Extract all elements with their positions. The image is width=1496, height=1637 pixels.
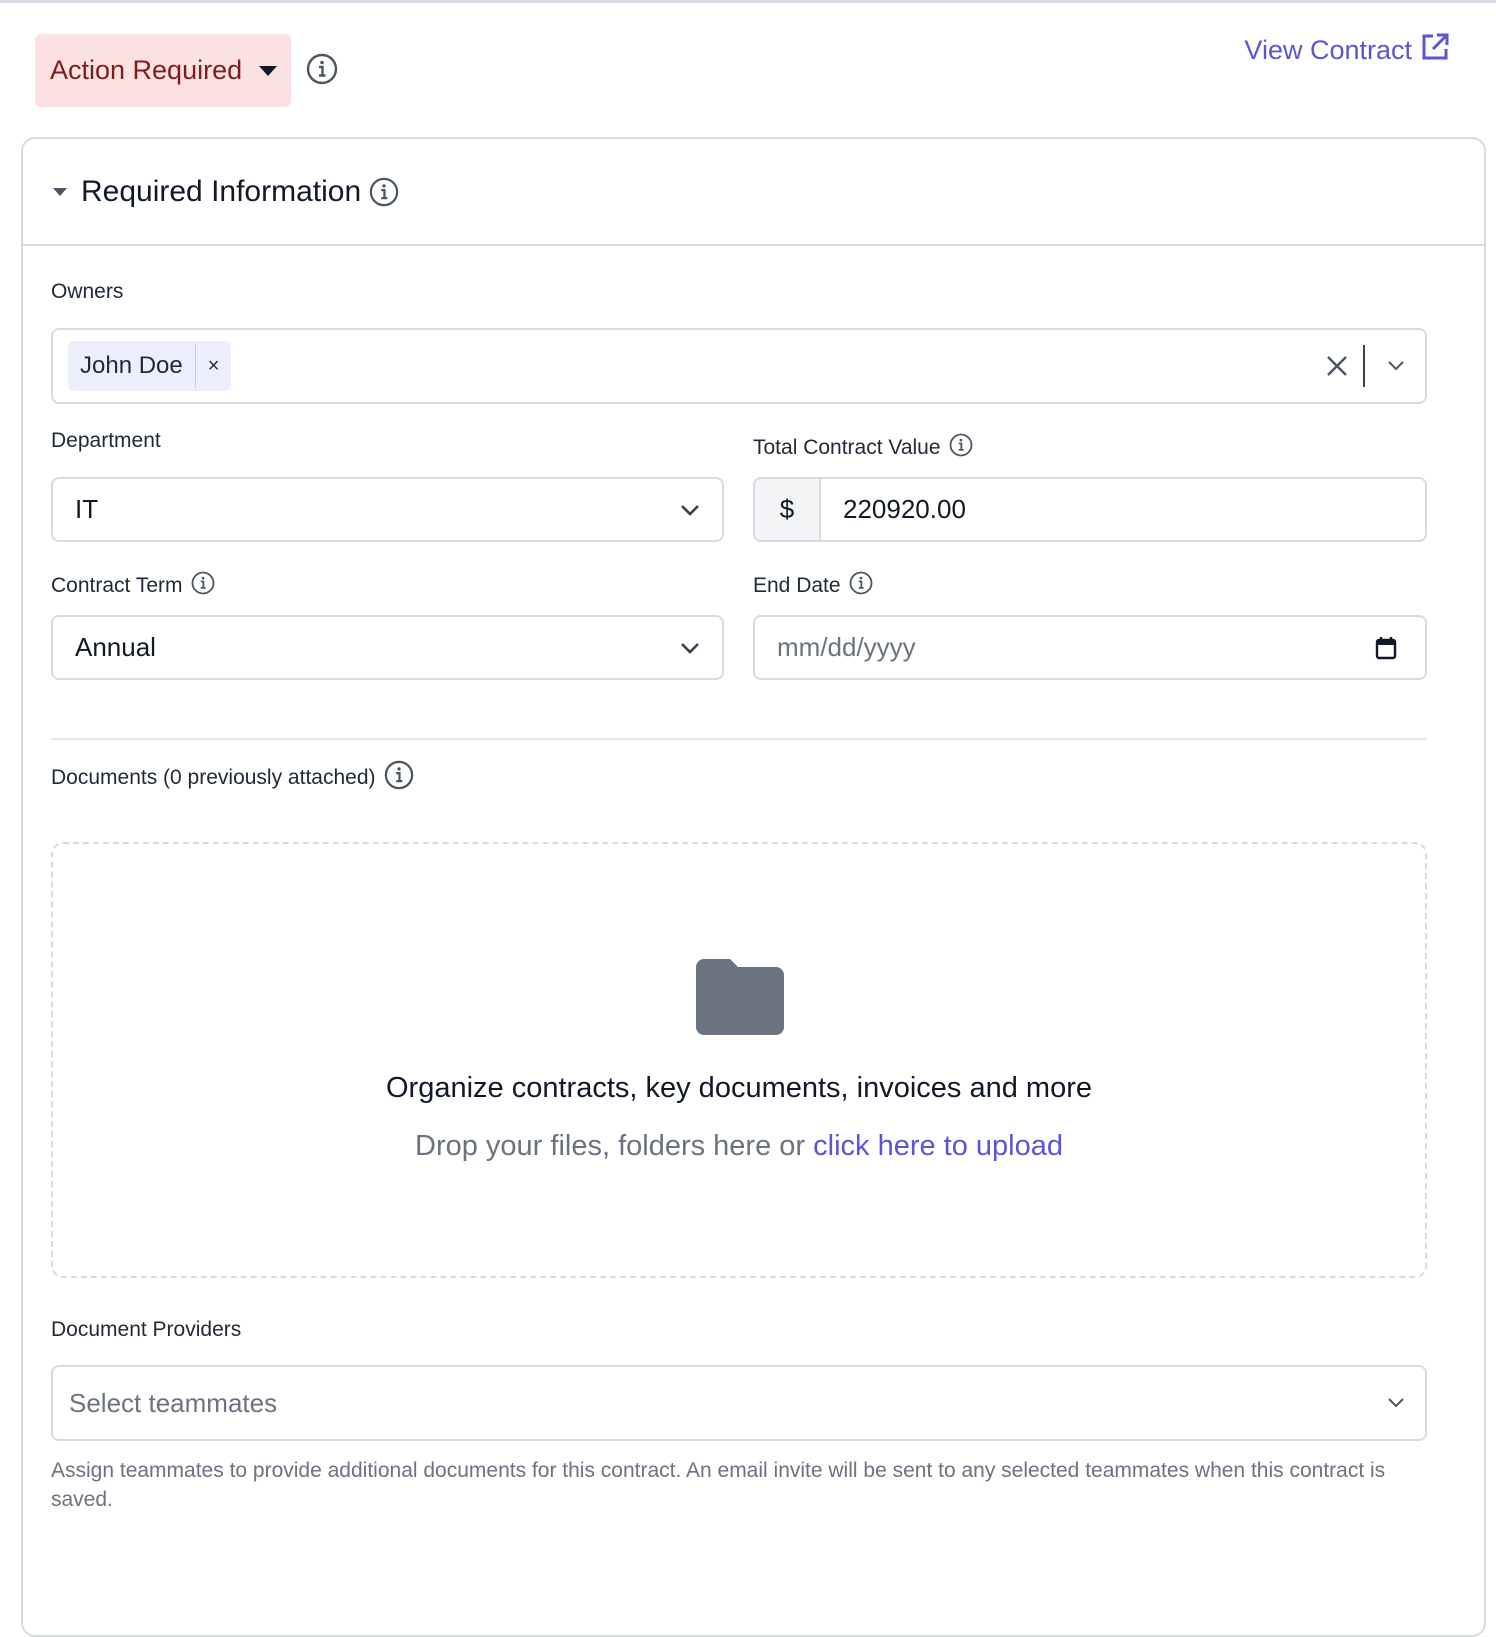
view-contract-label: View Contract	[1244, 35, 1412, 65]
view-contract-link[interactable]: View Contract	[1244, 32, 1450, 69]
owner-chip: John Doe ×	[68, 341, 232, 391]
status-dropdown[interactable]: Action Required	[35, 34, 291, 107]
info-icon[interactable]	[306, 53, 338, 90]
document-dropzone[interactable]: Organize contracts, key documents, invoi…	[51, 842, 1427, 1278]
info-icon[interactable]	[369, 177, 399, 207]
clear-icon[interactable]	[1325, 354, 1349, 378]
end-date-label: End Date	[753, 571, 873, 601]
contract-term-label: Contract Term	[51, 571, 215, 601]
chip-remove-icon[interactable]: ×	[196, 355, 232, 378]
chevron-down-icon	[1387, 1397, 1405, 1409]
total-contract-value[interactable]: 220920.00	[843, 494, 966, 525]
owner-chip-label: John Doe	[80, 352, 183, 379]
dropzone-subtitle: Drop your files, folders here or click h…	[53, 1130, 1425, 1163]
section-header[interactable]: Required Information	[23, 139, 1484, 246]
total-contract-value-label: Total Contract Value	[753, 433, 973, 463]
calendar-icon[interactable]	[1375, 636, 1397, 660]
collapse-caret-icon[interactable]	[53, 184, 67, 202]
select-separator	[1363, 345, 1365, 387]
owners-label: Owners	[51, 280, 123, 304]
info-icon[interactable]	[849, 571, 873, 601]
dropzone-title: Organize contracts, key documents, invoi…	[386, 1072, 1092, 1104]
department-value: IT	[75, 494, 99, 524]
chevron-down-icon	[680, 642, 700, 654]
section-divider	[51, 738, 1427, 740]
document-providers-label-text: Document Providers	[51, 1318, 242, 1341]
contract-term-label-text: Contract Term	[51, 574, 183, 597]
info-icon[interactable]	[384, 760, 414, 796]
department-label-text: Department	[51, 429, 161, 452]
status-label: Action Required	[50, 55, 243, 85]
document-providers-helper: Assign teammates to provide additional d…	[51, 1459, 1386, 1511]
total-contract-value-input[interactable]: $ 220920.00	[753, 477, 1427, 542]
contract-term-select[interactable]: Annual	[51, 615, 724, 680]
documents-label: Documents (0 previously attached)	[51, 760, 414, 796]
owners-label-text: Owners	[51, 280, 124, 303]
chevron-down-icon	[680, 504, 700, 516]
contract-term-value: Annual	[75, 632, 156, 662]
info-icon[interactable]	[949, 433, 973, 463]
document-providers-label: Document Providers	[51, 1318, 241, 1342]
owners-multiselect[interactable]: John Doe ×	[51, 328, 1427, 404]
documents-label-text: Documents (0 previously attached)	[51, 766, 376, 789]
info-icon[interactable]	[191, 571, 215, 601]
end-date-input[interactable]: mm/dd/yyyy	[753, 615, 1427, 680]
section-title: Required Information	[81, 174, 362, 208]
department-select[interactable]: IT	[51, 477, 724, 542]
upload-link[interactable]: click here to upload	[813, 1130, 1063, 1162]
dropzone-text: Drop your files, folders here or	[415, 1130, 814, 1162]
department-label: Department	[51, 429, 161, 453]
chevron-down-icon[interactable]	[1387, 360, 1405, 372]
end-date-label-text: End Date	[753, 574, 841, 597]
top-divider	[0, 0, 1496, 3]
teammates-placeholder: Select teammates	[69, 1387, 278, 1418]
caret-down-icon	[258, 64, 278, 82]
end-date-placeholder: mm/dd/yyyy	[777, 632, 916, 662]
currency-prefix: $	[755, 479, 821, 540]
external-link-icon	[1412, 32, 1450, 69]
total-contract-value-label-text: Total Contract Value	[753, 436, 941, 459]
folder-icon	[696, 957, 784, 1040]
teammates-select[interactable]: Select teammates	[51, 1365, 1427, 1441]
